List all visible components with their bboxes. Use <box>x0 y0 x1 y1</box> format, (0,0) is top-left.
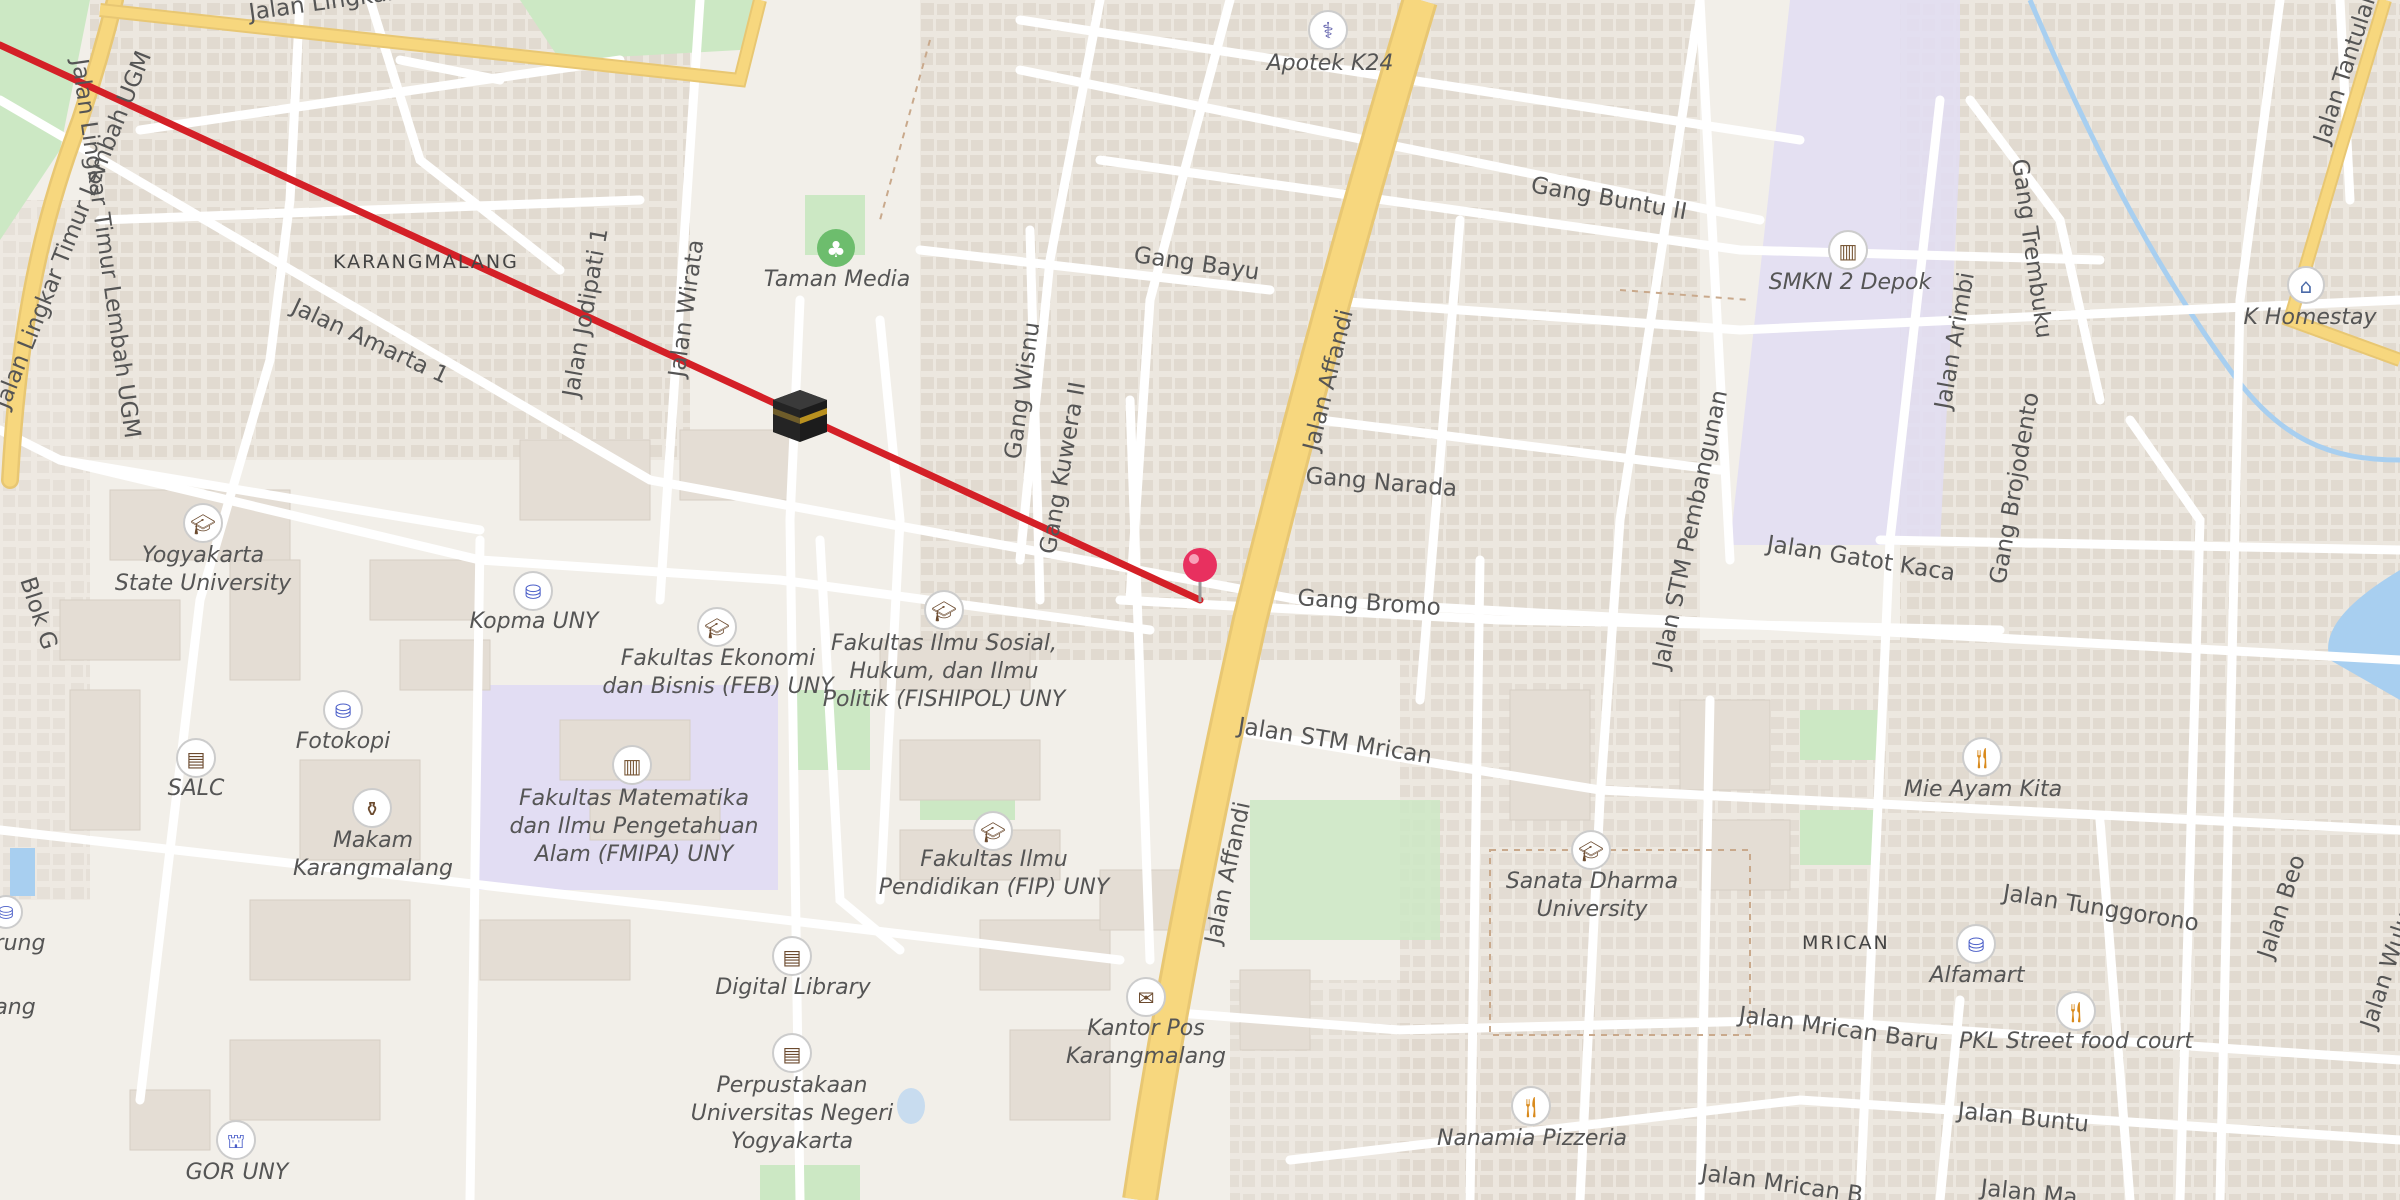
poi-label-perpus-3: Yogyakarta <box>731 1129 853 1154</box>
poi-digital-library[interactable]: ▤ Digital Library <box>715 936 872 1000</box>
poi-label-perpus-2: Universitas Negeri <box>691 1101 894 1126</box>
kaaba-marker[interactable]: kaaba-icon <box>773 390 827 442</box>
poi-label-sanata-2: University <box>1537 897 1649 922</box>
graduation-cap-icon: 🎓︎ <box>190 512 215 536</box>
area-label-karangmalang: KARANGMALANG <box>333 251 519 273</box>
poi-label-sanata-1: Sanata Dharma <box>1506 869 1678 894</box>
poi-label-mie-ayam: Mie Ayam Kita <box>1904 777 2062 802</box>
poi-label-feb-1: Fakultas Ekonomi <box>621 646 816 671</box>
poi-kopma[interactable]: ⛁ Kopma UNY <box>470 571 601 634</box>
poi-label-feb-2: dan Bisnis (FEB) UNY <box>602 674 835 699</box>
poi-label-edge-1: rung <box>0 931 45 956</box>
tree-icon: ♣ <box>826 238 846 263</box>
poi-label-uny-1: Yogyakarta <box>142 543 264 568</box>
poi-label-perpus-1: Perpustakaan <box>717 1073 868 1098</box>
book-icon: ▤ <box>783 945 802 969</box>
graduation-cap-icon: 🎓︎ <box>980 820 1005 844</box>
shopping-bag-icon: ⛁ <box>525 580 542 604</box>
poi-fotokopi[interactable]: ⛁ Fotokopi <box>296 690 390 754</box>
poi-label-makam-2: Karangmalang <box>293 856 453 881</box>
poi-label-fmipa-1: Fakultas Matematika <box>519 786 749 811</box>
school-icon: ▥ <box>1839 239 1858 263</box>
shopping-bag-icon: ⛁ <box>335 699 352 723</box>
school-icon: ▥ <box>623 754 642 778</box>
poi-label-fmipa-3: Alam (FMIPA) UNY <box>533 842 735 867</box>
shopping-bag-icon: ⛁ <box>0 903 14 924</box>
poi-label-kantor-pos-2: Karangmalang <box>1066 1044 1226 1069</box>
poi-label-fotokopi: Fotokopi <box>296 729 390 754</box>
poi-label-smkn2: SMKN 2 Depok <box>1769 270 1933 295</box>
area-label-mrican: MRICAN <box>1802 932 1890 954</box>
poi-label-gor: GOR UNY <box>186 1160 290 1185</box>
restaurant-icon: 🍴︎ <box>2063 1000 2088 1024</box>
poi-feb[interactable]: 🎓︎ Fakultas Ekonomi dan Bisnis (FEB) UNY <box>602 607 835 699</box>
envelope-icon: ✉ <box>1138 986 1155 1010</box>
poi-label-homestay: K Homestay <box>2244 305 2378 330</box>
pharmacy-icon: ⚕ <box>1322 19 1334 44</box>
book-icon: ▤ <box>783 1042 802 1066</box>
graduation-cap-icon: 🎓︎ <box>931 599 956 623</box>
poi-perpustakaan[interactable]: ▤ Perpustakaan Universitas Negeri Yogyak… <box>691 1033 894 1154</box>
restaurant-icon: 🍴︎ <box>1518 1095 1543 1119</box>
poi-kantor-pos[interactable]: ✉ Kantor Pos Karangmalang <box>1066 977 1226 1069</box>
poi-label-taman-media: Taman Media <box>764 267 911 292</box>
map-canvas[interactable]: KARANGMALANG MRICAN Jalan Lingkar Timur … <box>0 0 2400 1200</box>
poi-label-kopma: Kopma UNY <box>470 609 601 634</box>
poi-label-edge-2: ang <box>0 995 36 1020</box>
poi-label-salc: SALC <box>168 776 225 801</box>
poi-taman-media[interactable]: ♣ Taman Media <box>764 229 911 292</box>
poi-label-uny-2: State University <box>115 571 292 596</box>
stadium-icon: ⛫ <box>227 1129 245 1153</box>
poi-label-apotek: Apotek K24 <box>1265 51 1394 76</box>
poi-label-fishipol-3: Politik (FISHIPOL) UNY <box>823 687 1067 712</box>
poi-label-fip-2: Pendidikan (FIP) UNY <box>879 875 1111 900</box>
shopping-bag-icon: ⛁ <box>1968 933 1985 957</box>
poi-label-fishipol-2: Hukum, dan Ilmu <box>850 659 1039 684</box>
poi-label-fmipa-2: dan Ilmu Pengetahuan <box>509 814 758 839</box>
poi-label-alfamart: Alfamart <box>1928 963 2026 988</box>
book-icon: ▤ <box>187 747 206 771</box>
poi-label-fishipol-1: Fakultas Ilmu Sosial, <box>831 631 1057 656</box>
restaurant-icon: 🍴︎ <box>1969 746 1994 770</box>
poi-label-pkl: PKL Street food court <box>1959 1029 2194 1054</box>
graduation-cap-icon: 🎓︎ <box>1578 839 1603 863</box>
poi-label-fip-1: Fakultas Ilmu <box>920 847 1067 872</box>
poi-label-nanamia: Nanamia Pizzeria <box>1437 1126 1627 1151</box>
bed-icon: ⌂ <box>2300 274 2313 298</box>
poi-label-kantor-pos-1: Kantor Pos <box>1087 1016 1204 1041</box>
poi-label-digital-library: Digital Library <box>715 975 871 1000</box>
cemetery-icon: ⚱ <box>364 797 381 821</box>
poi-label-makam-1: Makam <box>333 828 413 853</box>
graduation-cap-icon: 🎓︎ <box>704 616 729 640</box>
poi-edge-left[interactable]: ⛁ rung ang <box>0 895 45 1020</box>
